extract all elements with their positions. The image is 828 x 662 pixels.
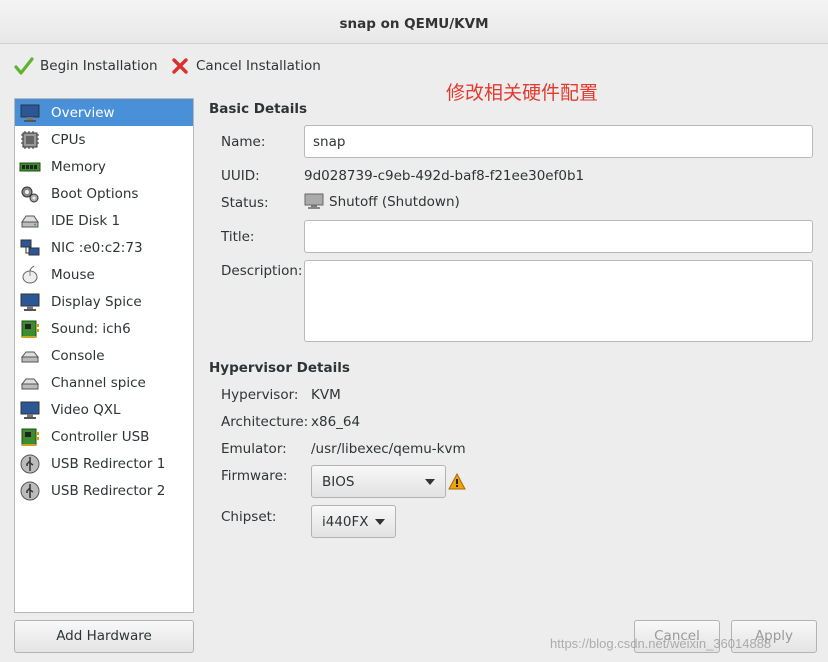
sidebar-item-ide-disk[interactable]: IDE Disk 1	[15, 207, 193, 234]
sidebar-item-channel[interactable]: Channel spice	[15, 369, 193, 396]
network-icon	[19, 237, 41, 259]
chipset-dropdown[interactable]: i440FX	[311, 505, 396, 538]
sidebar-item-label: USB Redirector 1	[51, 455, 166, 472]
sidebar-item-mouse[interactable]: Mouse	[15, 261, 193, 288]
hypervisor-value: KVM	[311, 387, 341, 403]
sidebar-item-overview[interactable]: Overview	[15, 99, 193, 126]
console-icon	[19, 345, 41, 367]
usb-icon	[19, 453, 41, 475]
shutoff-icon	[304, 193, 324, 209]
chipset-selected: i440FX	[322, 513, 369, 530]
sidebar-item-nic[interactable]: NIC :e0:c2:73	[15, 234, 193, 261]
uuid-value: 9d028739-c9eb-492d-baf8-f21ee30ef0b1	[304, 168, 585, 184]
sidebar-item-label: Display Spice	[51, 293, 142, 310]
firmware-selected: BIOS	[322, 473, 355, 490]
sidebar-item-label: Memory	[51, 158, 106, 175]
sidebar-item-console[interactable]: Console	[15, 342, 193, 369]
disk-icon	[19, 210, 41, 232]
watermark-text: https://blog.csdn.net/weixin_36014888	[550, 636, 772, 651]
controller-icon	[19, 426, 41, 448]
firmware-dropdown[interactable]: BIOS	[311, 465, 446, 498]
emulator-label: Emulator:	[221, 441, 287, 457]
begin-installation-button[interactable]: Begin Installation	[14, 54, 158, 78]
architecture-label: Architecture:	[221, 414, 309, 430]
window-titlebar: snap on QEMU/KVM	[0, 0, 828, 44]
hypervisor-details-title: Hypervisor Details	[209, 360, 350, 376]
usb-icon	[19, 480, 41, 502]
status-value: Shutoff (Shutdown)	[304, 193, 460, 211]
cancel-installation-button[interactable]: Cancel Installation	[170, 54, 321, 78]
title-label: Title:	[221, 229, 255, 245]
memory-icon	[19, 156, 41, 178]
sidebar-item-boot-options[interactable]: Boot Options	[15, 180, 193, 207]
description-textarea[interactable]	[304, 260, 813, 342]
sidebar-item-label: CPUs	[51, 131, 86, 148]
uuid-label: UUID:	[221, 168, 260, 184]
toolbar: Begin Installation Cancel Installation	[0, 44, 828, 90]
gear-icon	[19, 183, 41, 205]
chevron-down-icon	[425, 479, 435, 485]
annotation-text: 修改相关硬件配置	[446, 82, 599, 104]
sidebar-item-label: Boot Options	[51, 185, 139, 202]
firmware-label: Firmware:	[221, 468, 288, 484]
title-input[interactable]	[304, 220, 813, 253]
chipset-label: Chipset:	[221, 509, 277, 525]
sidebar-item-display[interactable]: Display Spice	[15, 288, 193, 315]
video-icon	[19, 399, 41, 421]
warning-icon	[448, 473, 466, 490]
sound-card-icon	[19, 318, 41, 340]
channel-icon	[19, 372, 41, 394]
mouse-icon	[19, 264, 41, 286]
basic-details-title: Basic Details	[209, 101, 307, 117]
name-label: Name:	[221, 134, 266, 150]
window-title: snap on QEMU/KVM	[339, 16, 489, 32]
sidebar-item-label: Console	[51, 347, 105, 364]
sidebar-item-label: USB Redirector 2	[51, 482, 166, 499]
cancel-installation-label: Cancel Installation	[196, 58, 321, 74]
sidebar-item-label: Video QXL	[51, 401, 121, 418]
chevron-down-icon	[375, 519, 385, 525]
add-hardware-button[interactable]: Add Hardware	[14, 620, 194, 653]
sidebar-item-label: NIC :e0:c2:73	[51, 239, 143, 256]
hypervisor-label: Hypervisor:	[221, 387, 299, 403]
cross-icon	[172, 58, 188, 74]
sidebar-item-video[interactable]: Video QXL	[15, 396, 193, 423]
description-label: Description:	[221, 263, 303, 279]
checkmark-icon	[14, 57, 34, 75]
sidebar-item-controller-usb[interactable]: Controller USB	[15, 423, 193, 450]
sidebar-item-cpus[interactable]: CPUs	[15, 126, 193, 153]
sidebar-item-usb-redirector-2[interactable]: USB Redirector 2	[15, 477, 193, 504]
hardware-list[interactable]: Overview CPUs Memory Boot Options IDE Di…	[14, 98, 194, 613]
monitor-icon	[19, 102, 41, 124]
sidebar-item-usb-redirector-1[interactable]: USB Redirector 1	[15, 450, 193, 477]
sidebar-item-sound[interactable]: Sound: ich6	[15, 315, 193, 342]
cpu-icon	[19, 129, 41, 151]
status-text: Shutoff (Shutdown)	[329, 194, 460, 210]
begin-installation-label: Begin Installation	[40, 58, 158, 74]
name-input[interactable]	[304, 125, 813, 158]
display-icon	[19, 291, 41, 313]
sidebar-item-label: IDE Disk 1	[51, 212, 121, 229]
sidebar-item-label: Overview	[51, 104, 115, 121]
emulator-value: /usr/libexec/qemu-kvm	[311, 441, 466, 457]
sidebar-item-label: Controller USB	[51, 428, 150, 445]
sidebar-item-label: Channel spice	[51, 374, 146, 391]
architecture-value: x86_64	[311, 414, 361, 430]
status-label: Status:	[221, 195, 269, 211]
sidebar-item-label: Sound: ich6	[51, 320, 131, 337]
sidebar-item-label: Mouse	[51, 266, 95, 283]
sidebar-item-memory[interactable]: Memory	[15, 153, 193, 180]
